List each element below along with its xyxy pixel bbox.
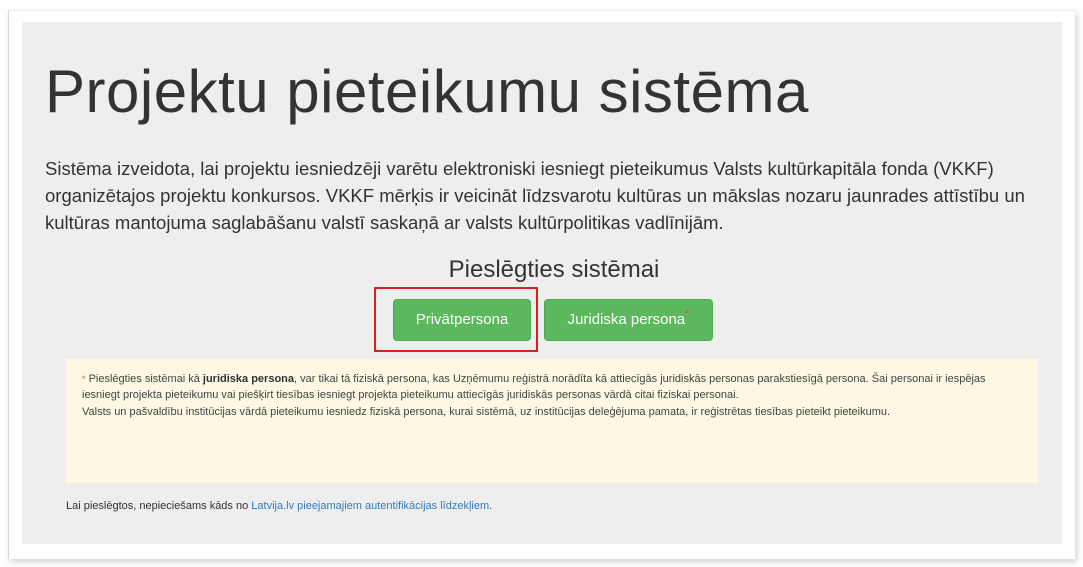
notice-paragraph-1: * Pieslēgties sistēmai kā juridiska pers… [82, 371, 1024, 404]
auth-info-line: Lai pieslēgtos, nepieciešams kāds no Lat… [66, 500, 492, 512]
login-heading: Pieslēgties sistēmai [448, 256, 660, 283]
notice-paragraph-2: Valsts un pašvaldību institūcijas vārdā … [82, 405, 891, 418]
auth-info-suffix: . [489, 500, 493, 512]
private-person-button-label: Privātpersona [415, 311, 509, 328]
intro-text: Sistēma izveidota, lai projektu iesniedz… [45, 158, 1025, 233]
notice-bold-text: juridiska persona [202, 373, 294, 385]
legal-person-notice: * Pieslēgties sistēmai kā juridiska pers… [66, 359, 1038, 483]
required-marker: * [685, 308, 690, 320]
auth-info-text: Lai pieslēgtos, nepieciešams kāds no [66, 500, 252, 512]
page-title: Projektu pieteikumu sistēma [45, 58, 809, 125]
legal-person-button[interactable]: Juridiska persona* [544, 299, 713, 341]
notice-text-1: Pieslēgties sistēmai kā [85, 373, 203, 385]
auth-methods-link[interactable]: Latvija.lv pieejamajiem autentifikācijas… [251, 500, 489, 512]
private-person-button[interactable]: Privātpersona [393, 299, 531, 341]
legal-person-button-label: Juridiska persona [567, 311, 686, 328]
